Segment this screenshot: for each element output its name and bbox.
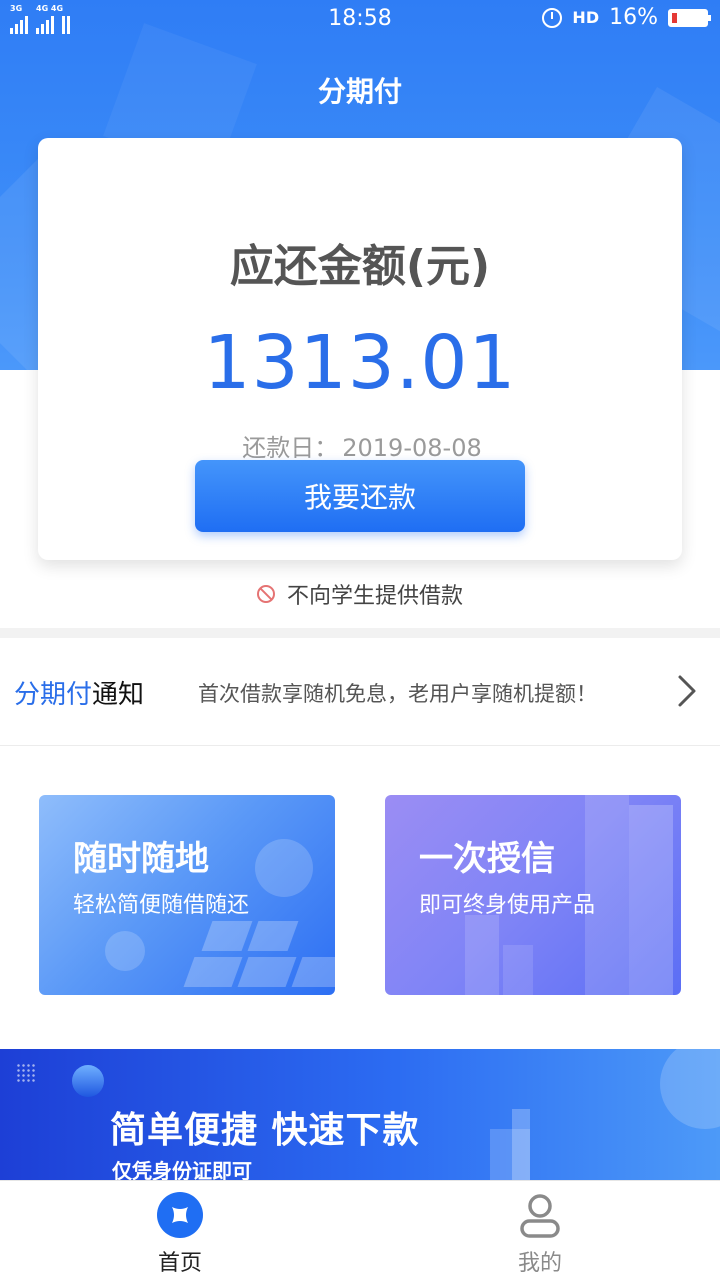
due-date-label: 还款日： xyxy=(242,434,339,462)
promo-title: 简单便捷 快速下款 xyxy=(110,1110,420,1151)
amount-label: 应还金额(元) xyxy=(229,241,491,292)
money-bag-icon xyxy=(255,839,313,897)
promo-subtitle: 仅凭身份证即可 xyxy=(112,1159,252,1180)
feature-title: 一次授信 xyxy=(419,839,555,879)
feature-card-one-time-credit[interactable]: 一次授信 即可终身使用产品 xyxy=(385,795,681,995)
tab-label: 我的 xyxy=(517,1251,562,1276)
decor-circle xyxy=(72,1065,104,1097)
decor-block xyxy=(237,957,297,987)
bottom-tab-bar: 首页 我的 xyxy=(0,1180,720,1280)
page-title: 分期付 xyxy=(317,75,402,108)
promo-banner[interactable]: 简单便捷 快速下款 仅凭身份证即可 xyxy=(0,1049,720,1180)
repay-button[interactable]: 我要还款 xyxy=(195,460,525,532)
due-date-row: 还款日： 2019-08-08 xyxy=(38,428,682,463)
alarm-icon xyxy=(542,7,563,28)
decor-block xyxy=(201,921,253,951)
announcement-brand-name: 分期付 xyxy=(14,680,93,710)
decor-circle xyxy=(660,1049,720,1129)
decor-building xyxy=(629,805,673,995)
decor-building xyxy=(512,1109,530,1180)
battery-percent: 16% xyxy=(609,5,658,30)
announcement-brand-suffix: 通知 xyxy=(92,680,145,710)
announcement-bar[interactable]: 分期付通知 首次借款享随机免息，老用户享随机提额！ xyxy=(0,638,720,746)
tab-label: 首页 xyxy=(157,1251,202,1276)
decor-block xyxy=(291,957,335,987)
prohibited-icon xyxy=(256,585,275,603)
decor-dots xyxy=(16,1063,36,1083)
status-right: HD 16% xyxy=(542,5,711,30)
feature-subtitle: 即可终身使用产品 xyxy=(419,893,596,918)
feature-title: 随时随地 xyxy=(73,839,209,879)
user-icon xyxy=(520,1194,560,1238)
announcement-brand: 分期付通知 xyxy=(14,674,144,711)
repay-card: 应还金额(元) 1313.01 还款日： 2019-08-08 我要还款 xyxy=(38,138,682,560)
tab-mine[interactable]: 我的 xyxy=(360,1181,720,1280)
announcement-text: 首次借款享随机免息，老用户享随机提额！ xyxy=(198,682,597,706)
student-notice-text: 不向学生提供借款 xyxy=(286,584,463,609)
decor-block xyxy=(247,921,299,951)
chevron-right-icon[interactable] xyxy=(676,674,698,708)
section-divider xyxy=(0,628,720,638)
amount-value: 1313.01 xyxy=(203,320,517,406)
due-date-value: 2019-08-08 xyxy=(342,434,482,462)
hd-call-icon: HD xyxy=(572,8,599,27)
student-notice: 不向学生提供借款 xyxy=(0,578,720,610)
decor-circle xyxy=(105,931,145,971)
decor-building xyxy=(503,945,533,995)
tab-home[interactable]: 首页 xyxy=(0,1181,360,1280)
home-logo-icon xyxy=(157,1192,203,1238)
feature-subtitle: 轻松简便随借随还 xyxy=(73,893,250,918)
status-bar: 3G 4G 4G 18:58 HD 16% xyxy=(0,0,720,36)
decor-block xyxy=(183,957,243,987)
decor-building xyxy=(465,915,499,995)
feature-card-anytime[interactable]: 随时随地 轻松简便随借随还 xyxy=(39,795,335,995)
call-tag: HD xyxy=(572,8,600,27)
battery-icon xyxy=(668,8,711,27)
